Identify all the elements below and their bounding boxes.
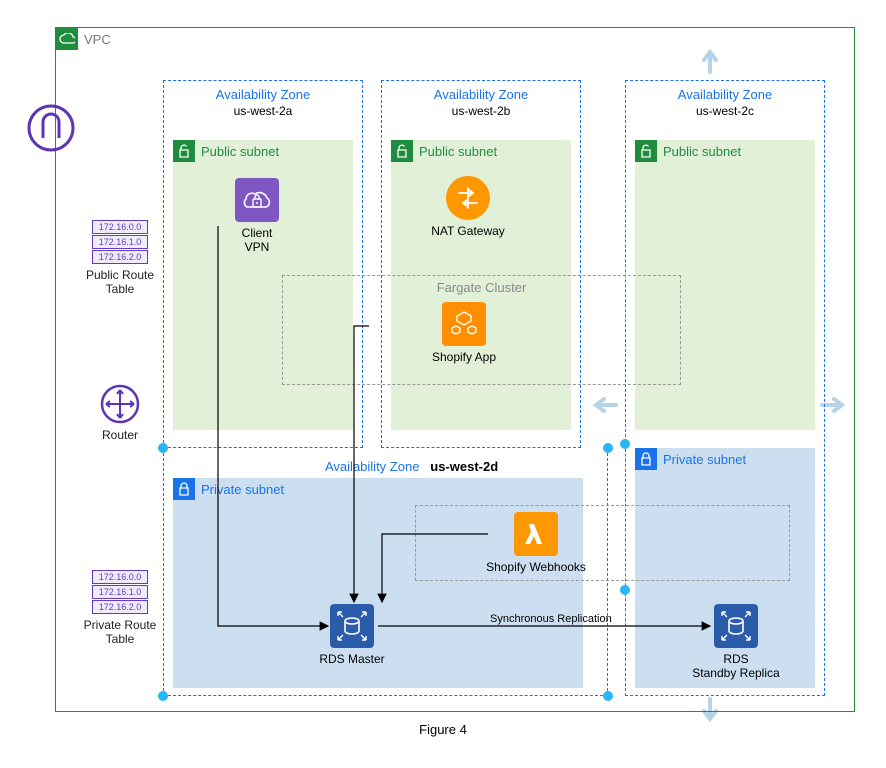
lock-open-icon <box>635 140 657 162</box>
lambda-icon <box>514 512 558 556</box>
lock-open-icon <box>391 140 413 162</box>
purple-circle-icon <box>27 104 75 157</box>
lock-icon <box>173 478 195 500</box>
shopify-webhooks: Shopify Webhooks <box>486 512 586 574</box>
private-rt-label: Private Route Table <box>75 618 165 646</box>
route-table-icon: 172.16.0.0 172.16.1.0 172.16.2.0 <box>92 220 148 264</box>
nat-icon <box>446 176 490 220</box>
vpc-header: VPC <box>56 28 111 50</box>
rds-icon <box>330 604 374 648</box>
nat-label: NAT Gateway <box>418 224 518 238</box>
shopify-webhooks-label: Shopify Webhooks <box>486 560 586 574</box>
shopify-app: Shopify App <box>414 302 514 364</box>
nat-gateway: NAT Gateway <box>418 176 518 238</box>
shopify-app-label: Shopify App <box>414 350 514 364</box>
lock-icon <box>635 448 657 470</box>
rds-master: RDS Master <box>302 604 402 666</box>
az-title: Availability Zone <box>382 87 580 102</box>
subnet-label: Private subnet <box>663 452 746 467</box>
lock-open-icon <box>173 140 195 162</box>
az-id: us-west-2b <box>382 104 580 118</box>
rds-standby: RDS Standby Replica <box>676 604 796 681</box>
subnet-label: Public subnet <box>201 144 279 159</box>
diagram-canvas: VPC Availability Zone us-west-2a Availab… <box>0 0 886 768</box>
cloud-icon <box>56 28 78 50</box>
vpn-icon <box>235 178 279 222</box>
public-route-table: 172.16.0.0 172.16.1.0 172.16.2.0 Public … <box>75 220 165 296</box>
lambda-box <box>415 505 790 581</box>
figure-caption: Figure 4 <box>0 722 886 737</box>
client-vpn-label: Client VPN <box>207 226 307 255</box>
az-id: us-west-2a <box>164 104 362 118</box>
vpc-label: VPC <box>84 32 111 47</box>
private-route-table: 172.16.0.0 172.16.1.0 172.16.2.0 Private… <box>75 570 165 646</box>
az-id: us-west-2c <box>626 104 824 118</box>
subnet-label: Public subnet <box>663 144 741 159</box>
router: Router <box>75 384 165 442</box>
ecs-icon <box>442 302 486 346</box>
subnet-label: Private subnet <box>201 482 284 497</box>
client-vpn: Client VPN <box>207 178 307 255</box>
rds-icon <box>714 604 758 648</box>
rds-master-label: RDS Master <box>302 652 402 666</box>
router-label: Router <box>75 428 165 442</box>
route-table-icon: 172.16.0.0 172.16.1.0 172.16.2.0 <box>92 570 148 614</box>
rds-standby-label: RDS Standby Replica <box>676 652 796 681</box>
fargate-label: Fargate Cluster <box>437 280 527 295</box>
router-icon <box>100 384 140 424</box>
public-rt-label: Public Route Table <box>75 268 165 296</box>
subnet-label: Public subnet <box>419 144 497 159</box>
az-title: Availability Zone <box>626 87 824 102</box>
az-title: Availability Zone <box>164 87 362 102</box>
